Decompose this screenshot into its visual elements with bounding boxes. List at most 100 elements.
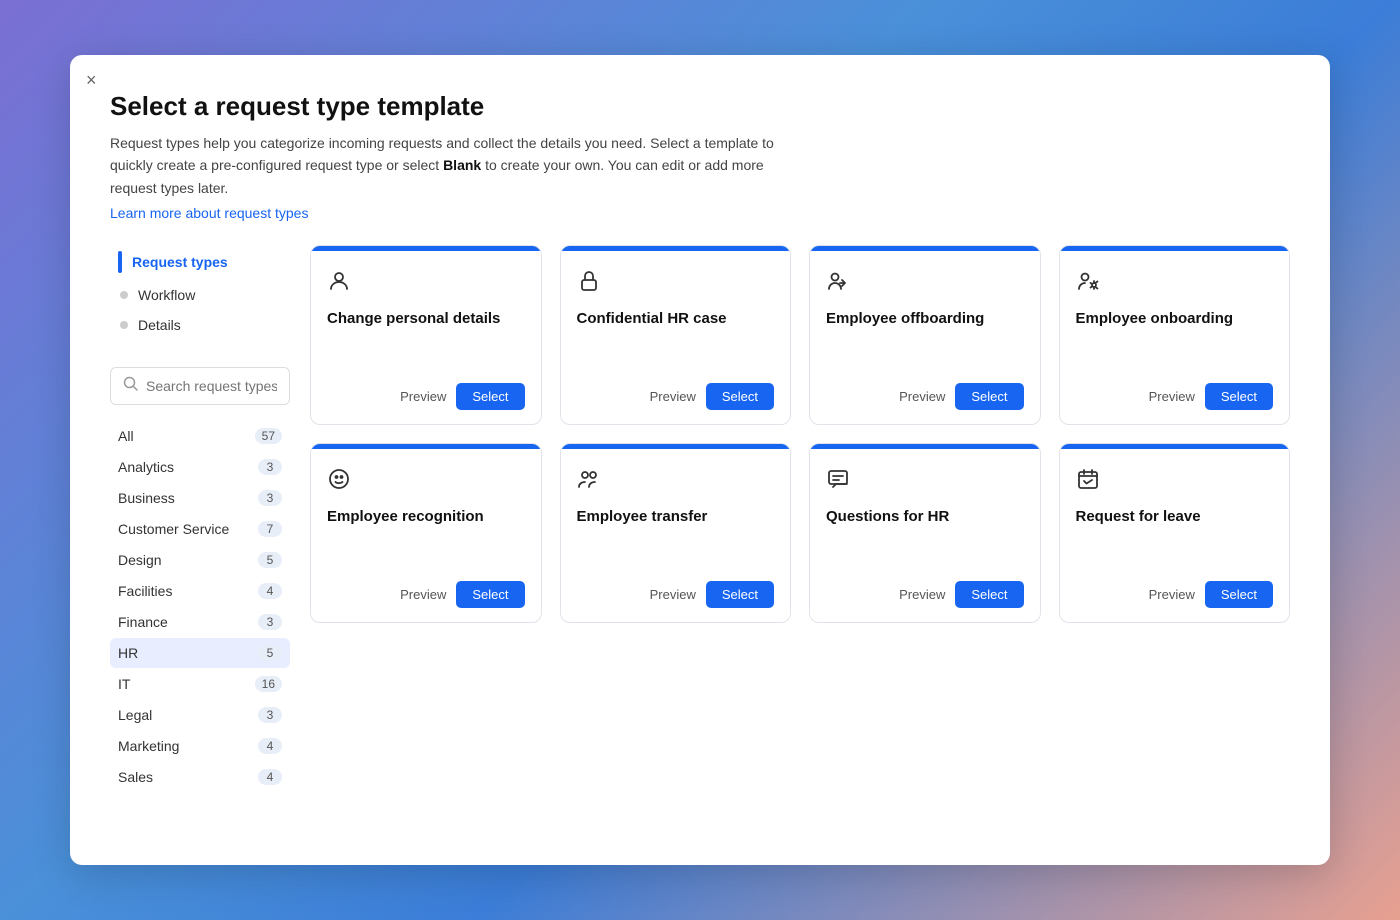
person-arrow-out-icon <box>826 269 1024 299</box>
card-change-personal-details: Change personal details Preview Select <box>310 245 542 425</box>
card-title: Questions for HR <box>826 507 1024 559</box>
nav-dot <box>120 291 128 299</box>
category-label: Customer Service <box>118 521 229 537</box>
category-item-sales[interactable]: Sales 4 <box>110 762 290 792</box>
card-title: Employee recognition <box>327 507 525 559</box>
select-button[interactable]: Select <box>1205 383 1273 410</box>
card-footer: Preview Select <box>810 573 1040 622</box>
card-employee-onboarding: Employee onboarding Preview Select <box>1059 245 1291 425</box>
card-body: Questions for HR <box>810 449 1040 573</box>
calendar-check-icon <box>1076 467 1274 497</box>
category-label: HR <box>118 645 138 661</box>
main-content: Change personal details Preview Select C… <box>310 245 1290 793</box>
card-employee-recognition: Employee recognition Preview Select <box>310 443 542 623</box>
category-label: Sales <box>118 769 153 785</box>
category-item-all[interactable]: All 57 <box>110 421 290 451</box>
card-title: Employee offboarding <box>826 309 1024 361</box>
select-button[interactable]: Select <box>456 383 524 410</box>
nav-section: Request types Workflow Details <box>110 245 290 339</box>
preview-button[interactable]: Preview <box>650 389 696 404</box>
category-item-finance[interactable]: Finance 3 <box>110 607 290 637</box>
category-item-it[interactable]: IT 16 <box>110 669 290 699</box>
nav-dot <box>120 321 128 329</box>
category-item-hr[interactable]: HR 5 <box>110 638 290 668</box>
select-button[interactable]: Select <box>955 383 1023 410</box>
nav-item-request-types[interactable]: Request types <box>110 245 290 279</box>
category-item-legal[interactable]: Legal 3 <box>110 700 290 730</box>
preview-button[interactable]: Preview <box>650 587 696 602</box>
category-count: 4 <box>258 769 282 785</box>
search-input[interactable] <box>146 378 277 394</box>
category-count: 5 <box>258 552 282 568</box>
lock-icon <box>577 269 775 299</box>
category-label: IT <box>118 676 130 692</box>
card-request-for-leave: Request for leave Preview Select <box>1059 443 1291 623</box>
select-button[interactable]: Select <box>955 581 1023 608</box>
card-footer: Preview Select <box>1060 375 1290 424</box>
search-box[interactable] <box>110 367 290 405</box>
card-body: Employee recognition <box>311 449 541 573</box>
card-body: Confidential HR case <box>561 251 791 375</box>
category-label: Business <box>118 490 175 506</box>
smiley-icon <box>327 467 525 497</box>
select-button[interactable]: Select <box>706 581 774 608</box>
select-button[interactable]: Select <box>1205 581 1273 608</box>
nav-label: Request types <box>132 254 228 270</box>
card-footer: Preview Select <box>311 375 541 424</box>
card-footer: Preview Select <box>561 375 791 424</box>
category-label: Facilities <box>118 583 172 599</box>
preview-button[interactable]: Preview <box>400 587 446 602</box>
person-icon <box>327 269 525 299</box>
category-count: 4 <box>258 583 282 599</box>
card-questions-for-hr: Questions for HR Preview Select <box>809 443 1041 623</box>
card-footer: Preview Select <box>810 375 1040 424</box>
learn-more-link[interactable]: Learn more about request types <box>110 205 308 221</box>
category-count: 4 <box>258 738 282 754</box>
category-label: Analytics <box>118 459 174 475</box>
category-count: 16 <box>255 676 282 692</box>
category-count: 3 <box>258 707 282 723</box>
modal-body: Request types Workflow Details All 57 Anal… <box>110 245 1290 793</box>
card-body: Request for leave <box>1060 449 1290 573</box>
description-bold: Blank <box>443 157 481 173</box>
chat-icon <box>826 467 1024 497</box>
category-count: 3 <box>258 490 282 506</box>
modal: × Select a request type template Request… <box>70 55 1330 865</box>
modal-description: Request types help you categorize incomi… <box>110 132 790 199</box>
preview-button[interactable]: Preview <box>899 389 945 404</box>
card-title: Change personal details <box>327 309 525 361</box>
category-count: 7 <box>258 521 282 537</box>
preview-button[interactable]: Preview <box>899 587 945 602</box>
category-item-business[interactable]: Business 3 <box>110 483 290 513</box>
card-employee-transfer: Employee transfer Preview Select <box>560 443 792 623</box>
card-body: Employee offboarding <box>810 251 1040 375</box>
people-transfer-icon <box>577 467 775 497</box>
close-button[interactable]: × <box>86 71 97 89</box>
category-item-marketing[interactable]: Marketing 4 <box>110 731 290 761</box>
preview-button[interactable]: Preview <box>400 389 446 404</box>
active-bar <box>118 251 122 273</box>
category-label: Finance <box>118 614 168 630</box>
card-title: Confidential HR case <box>577 309 775 361</box>
card-title: Request for leave <box>1076 507 1274 559</box>
select-button[interactable]: Select <box>456 581 524 608</box>
modal-title: Select a request type template <box>110 91 1290 122</box>
preview-button[interactable]: Preview <box>1149 389 1195 404</box>
nav-label: Workflow <box>138 287 195 303</box>
card-confidential-hr-case: Confidential HR case Preview Select <box>560 245 792 425</box>
category-count: 3 <box>258 614 282 630</box>
category-item-customer-service[interactable]: Customer Service 7 <box>110 514 290 544</box>
category-count: 5 <box>258 645 282 661</box>
preview-button[interactable]: Preview <box>1149 587 1195 602</box>
category-item-analytics[interactable]: Analytics 3 <box>110 452 290 482</box>
category-label: Design <box>118 552 162 568</box>
category-label: Marketing <box>118 738 179 754</box>
search-icon <box>123 376 138 396</box>
category-item-facilities[interactable]: Facilities 4 <box>110 576 290 606</box>
nav-item-workflow[interactable]: Workflow <box>110 281 290 309</box>
nav-item-details[interactable]: Details <box>110 311 290 339</box>
category-list: All 57 Analytics 3 Business 3 Customer S… <box>110 421 290 792</box>
card-footer: Preview Select <box>311 573 541 622</box>
select-button[interactable]: Select <box>706 383 774 410</box>
category-item-design[interactable]: Design 5 <box>110 545 290 575</box>
